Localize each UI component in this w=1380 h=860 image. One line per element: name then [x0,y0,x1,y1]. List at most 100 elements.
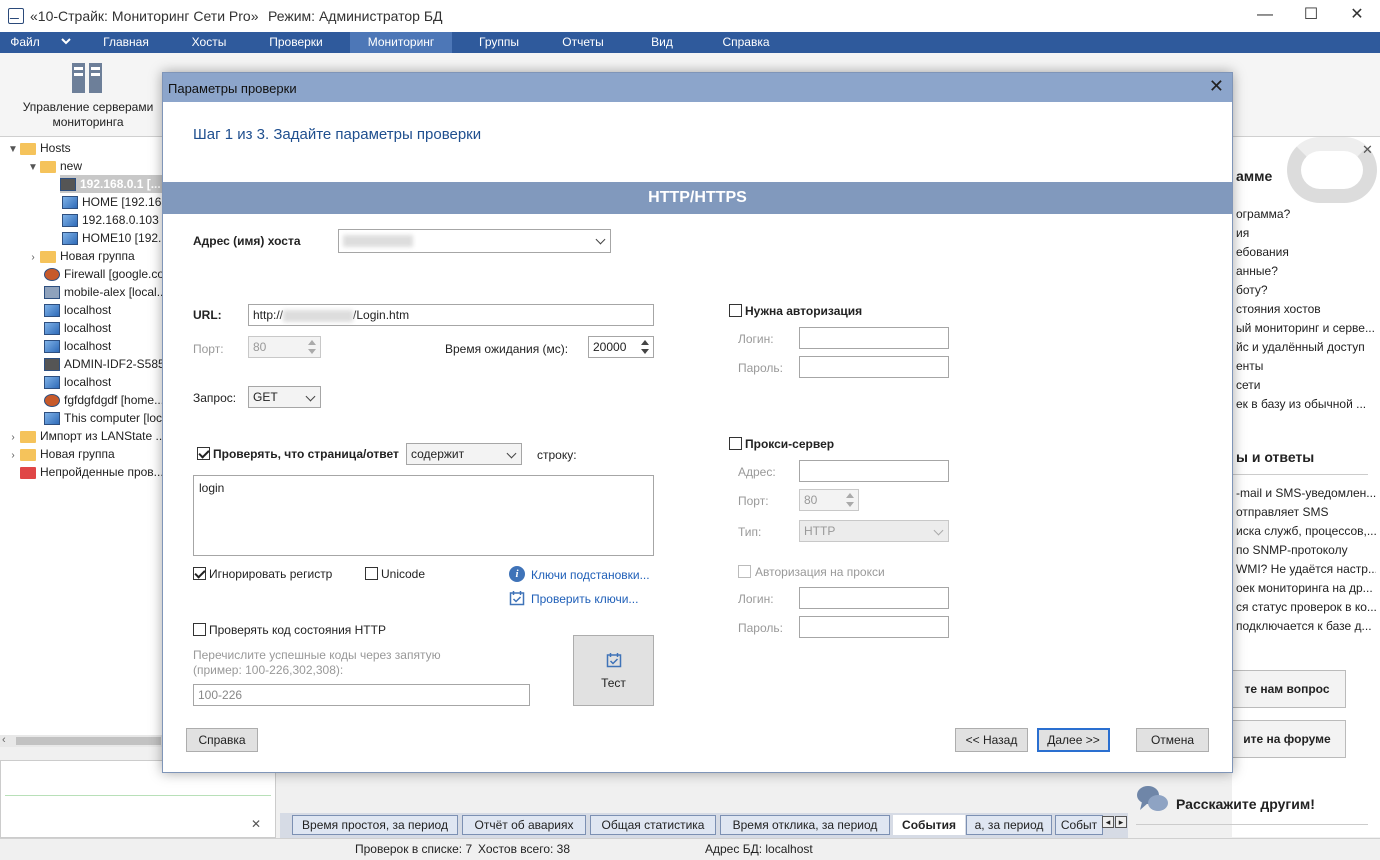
faq-link[interactable]: иска служб, процессов,... [1236,524,1376,538]
menu-home[interactable]: Главная [90,32,162,53]
faq-link[interactable]: ся статус проверок в ко... [1236,600,1376,614]
close-icon[interactable]: ✕ [1334,0,1380,32]
tab-period[interactable]: а, за период [966,815,1052,835]
share-label[interactable]: Расскажите другим! [1176,796,1315,812]
tab-events[interactable]: События [893,815,965,835]
tree-item[interactable]: › Новая группа [6,445,114,463]
tree-item[interactable]: fgfdgfdgdf [home... [44,391,164,409]
menu-reports[interactable]: Отчеты [546,32,620,53]
login-input[interactable] [799,327,949,349]
help-link[interactable]: ек в базу из обычной ... [1236,397,1376,411]
tree-item[interactable]: 192.168.0.103 [62,211,159,229]
tree-item[interactable]: mobile-alex [local... [44,283,167,301]
help-link[interactable]: сети [1236,378,1376,392]
menu-monitoring[interactable]: Мониторинг [350,32,452,53]
back-button[interactable]: << Назад [955,728,1028,752]
tree-item[interactable]: localhost [44,373,111,391]
tab-response-time[interactable]: Время отклика, за период [720,815,890,835]
spin-arrows-icon[interactable] [638,338,652,356]
check-http-checkbox[interactable] [193,623,206,636]
help-link[interactable]: анные? [1236,264,1376,278]
proxy-password-input[interactable] [799,616,949,638]
timeout-input[interactable]: 20000 [588,336,654,358]
tree-item[interactable]: ▼ Hosts [6,139,71,157]
tree-item[interactable]: Непройденные пров... [20,463,164,481]
tab-events-2[interactable]: Событ [1055,815,1103,835]
servers-label[interactable]: Управление серверами мониторинга [14,100,162,130]
scroll-thumb[interactable] [16,737,161,745]
help-link[interactable]: енты [1236,359,1376,373]
proxy-label[interactable]: Прокси-сервер [745,437,834,451]
menu-hosts[interactable]: Хосты [172,32,246,53]
tree-item[interactable]: ADMIN-IDF2-S585... [44,355,175,373]
close-pane-icon[interactable]: ✕ [251,817,261,831]
menu-groups[interactable]: Группы [462,32,536,53]
tree-item[interactable]: This computer [loc... [44,409,172,427]
tree-item[interactable]: HOME10 [192.1... [62,229,178,247]
help-button[interactable]: Справка [186,728,258,752]
proxy-login-input[interactable] [799,587,949,609]
tab-scroll-left-icon[interactable]: ◂ [1102,816,1114,828]
auth-checkbox[interactable] [729,304,742,317]
auth-label[interactable]: Нужна авторизация [745,304,862,318]
request-combo[interactable]: GET [248,386,321,408]
forum-button[interactable]: ите на форуме [1228,720,1346,758]
chevron-right-icon[interactable]: › [6,429,20,445]
minimize-icon[interactable]: — [1242,0,1288,32]
check-page-label[interactable]: Проверять, что страница/ответ [213,447,399,461]
cancel-button[interactable]: Отмена [1136,728,1209,752]
unicode-label[interactable]: Unicode [381,567,425,581]
codes-input[interactable]: 100-226 [193,684,530,706]
menu-file[interactable]: Файл [0,32,50,53]
content-textarea[interactable]: login [193,475,654,556]
help-link[interactable]: ебования [1236,245,1376,259]
help-link[interactable]: ый мониторинг и серве... [1236,321,1376,335]
tree-item[interactable]: localhost [44,301,111,319]
chevron-down-icon[interactable] [56,32,76,53]
ignore-case-label[interactable]: Игнорировать регистр [209,567,332,581]
faq-link[interactable]: оек мониторинга на др... [1236,581,1376,595]
menu-view[interactable]: Вид [630,32,694,53]
help-link[interactable]: ограмма? [1236,207,1376,221]
check-keys-link[interactable]: Проверить ключи... [531,592,638,606]
dialog-close-icon[interactable]: ✕ [1209,76,1224,97]
chevron-down-icon[interactable]: ▼ [6,141,20,157]
help-link[interactable]: стояния хостов [1236,302,1376,316]
tree-item[interactable]: HOME [192.168... [62,193,178,211]
test-button[interactable]: Тест [573,635,654,706]
help-link[interactable]: йс и удалённый доступ [1236,340,1376,354]
tab-scroll-right-icon[interactable]: ▸ [1115,816,1127,828]
tree-item[interactable]: ▼ new [26,157,82,175]
unicode-checkbox[interactable] [365,567,378,580]
url-input[interactable]: http:///Login.htm [248,304,654,326]
maximize-icon[interactable]: ☐ [1288,0,1334,32]
menu-help[interactable]: Справка [704,32,788,53]
check-page-checkbox[interactable] [197,447,210,460]
tree-item[interactable]: Firewall [google.co... [44,265,174,283]
contains-combo[interactable]: содержит [406,443,522,465]
check-http-label[interactable]: Проверять код состояния HTTP [209,623,386,637]
keys-link[interactable]: Ключи подстановки... [531,568,650,582]
scroll-left-icon[interactable]: ‹ [2,734,6,746]
chevron-down-icon[interactable]: ▼ [26,159,40,175]
tab-downtime[interactable]: Время простоя, за период [292,815,458,835]
tree-item[interactable]: › Новая группа [26,247,134,265]
tree-item[interactable]: localhost [44,319,111,337]
proxy-checkbox[interactable] [729,437,742,450]
tree-item[interactable]: localhost [44,337,111,355]
help-link[interactable]: ия [1236,226,1376,240]
next-button[interactable]: Далее >> [1037,728,1110,752]
tree-item[interactable]: › Импорт из LANState ... [6,427,165,445]
tree-scrollbar[interactable]: ‹ [0,734,163,747]
faq-link[interactable]: по SNMP-протоколу [1236,543,1376,557]
host-combo[interactable] [338,229,611,253]
faq-link[interactable]: отправляет SMS [1236,505,1376,519]
menu-checks[interactable]: Проверки [256,32,336,53]
ask-question-button[interactable]: те нам вопрос [1228,670,1346,708]
tab-accidents[interactable]: Отчёт об авариях [462,815,586,835]
chevron-right-icon[interactable]: › [26,249,40,265]
help-link[interactable]: боту? [1236,283,1376,297]
tab-general-stats[interactable]: Общая статистика [590,815,716,835]
close-panel-icon[interactable]: ✕ [1362,142,1373,158]
ignore-case-checkbox[interactable] [193,567,206,580]
